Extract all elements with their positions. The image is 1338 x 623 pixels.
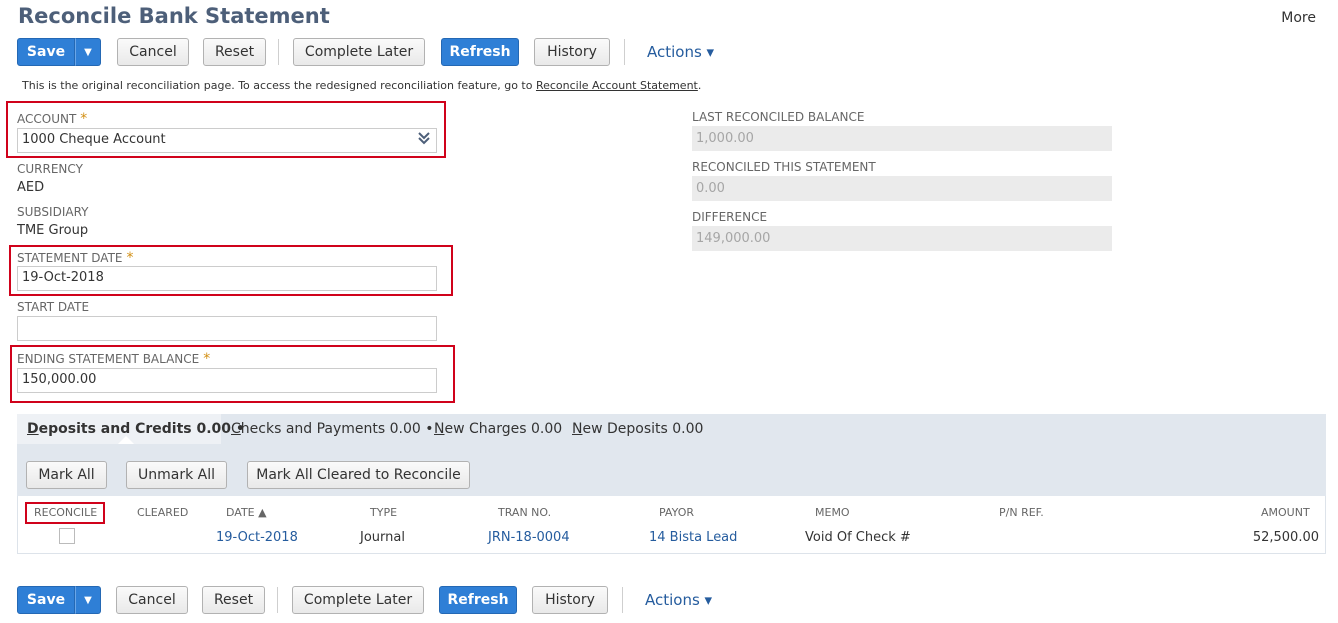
- mark-all-cleared-button[interactable]: Mark All Cleared to Reconcile: [247, 461, 470, 489]
- reset-button[interactable]: Reset: [203, 38, 266, 66]
- save-dropdown-icon[interactable]: ▼: [75, 38, 101, 66]
- notice-end: .: [697, 79, 702, 92]
- currency-value: AED: [17, 180, 45, 195]
- refresh-button[interactable]: Refresh: [441, 38, 519, 66]
- toolbar-separator: [278, 39, 279, 65]
- save-button[interactable]: Save: [17, 586, 75, 614]
- top-toolbar: Save ▼ Cancel Reset Complete Later Refre…: [17, 38, 714, 66]
- column-header-date[interactable]: DATE ▲: [226, 506, 267, 519]
- row-type: Journal: [360, 530, 405, 545]
- mark-all-button[interactable]: Mark All: [26, 461, 107, 489]
- column-header-type[interactable]: TYPE: [370, 506, 397, 519]
- save-split-button: Save ▼: [17, 586, 101, 614]
- bottom-toolbar: Save ▼ Cancel Reset Complete Later Refre…: [17, 586, 712, 614]
- reconcile-account-statement-link[interactable]: Reconcile Account Statement: [536, 79, 698, 92]
- account-value: 1000 Cheque Account: [22, 132, 166, 147]
- refresh-button[interactable]: Refresh: [439, 586, 517, 614]
- save-split-button: Save ▼: [17, 38, 101, 66]
- column-header-payor[interactable]: PAYOR: [659, 506, 694, 519]
- row-tran-no-link[interactable]: JRN-18-0004: [488, 530, 570, 545]
- unmark-all-button[interactable]: Unmark All: [126, 461, 227, 489]
- column-header-pn-ref[interactable]: P/N REF.: [999, 506, 1044, 519]
- complete-later-button[interactable]: Complete Later: [292, 586, 424, 614]
- row-memo: Void Of Check #: [805, 530, 911, 545]
- reconciled-this-label: RECONCILED THIS STATEMENT: [692, 160, 876, 174]
- last-reconciled-label: LAST RECONCILED BALANCE: [692, 110, 865, 124]
- tab-checks-payments[interactable]: Checks and Payments 0.00 •: [221, 414, 444, 444]
- column-header-cleared[interactable]: CLEARED: [137, 506, 188, 519]
- tab-new-charges[interactable]: New Charges 0.00: [424, 414, 572, 444]
- statement-date-input[interactable]: 19-Oct-2018: [17, 266, 437, 291]
- notice-message: This is the original reconciliation page…: [22, 79, 536, 92]
- statement-date-label: STATEMENT DATE *: [17, 250, 134, 266]
- notice-text: This is the original reconciliation page…: [22, 79, 701, 92]
- column-header-amount[interactable]: AMOUNT: [1261, 506, 1310, 519]
- actions-menu[interactable]: Actions ▾: [645, 591, 712, 609]
- reset-button[interactable]: Reset: [202, 586, 265, 614]
- start-date-input[interactable]: [17, 316, 437, 341]
- row-payor-link[interactable]: 14 Bista Lead: [649, 530, 737, 545]
- tab-new-deposits[interactable]: New Deposits 0.00: [562, 414, 713, 444]
- subsidiary-label: SUBSIDIARY: [17, 205, 89, 219]
- difference-value: 149,000.00: [692, 226, 1112, 251]
- save-dropdown-icon[interactable]: ▼: [75, 586, 101, 614]
- account-label: ACCOUNT *: [17, 111, 88, 127]
- last-reconciled-value: 1,000.00: [692, 126, 1112, 151]
- complete-later-button[interactable]: Complete Later: [293, 38, 425, 66]
- reconciled-this-value: 0.00: [692, 176, 1112, 201]
- page-title: Reconcile Bank Statement: [18, 4, 330, 28]
- more-link[interactable]: More: [1281, 10, 1316, 26]
- subsidiary-value: TME Group: [17, 223, 89, 238]
- account-select[interactable]: 1000 Cheque Account: [17, 128, 437, 153]
- start-date-label: START DATE: [17, 300, 90, 314]
- ending-balance-input[interactable]: 150,000.00: [17, 368, 437, 393]
- column-header-reconcile[interactable]: RECONCILE: [34, 506, 97, 519]
- history-button[interactable]: History: [532, 586, 608, 614]
- column-header-tran-no[interactable]: TRAN NO.: [498, 506, 551, 519]
- cancel-button[interactable]: Cancel: [117, 38, 189, 66]
- cancel-button[interactable]: Cancel: [116, 586, 188, 614]
- currency-label: CURRENCY: [17, 162, 83, 176]
- actions-menu[interactable]: Actions ▾: [647, 43, 714, 61]
- column-header-memo[interactable]: MEMO: [815, 506, 850, 519]
- toolbar-separator: [624, 39, 625, 65]
- ending-balance-label: ENDING STATEMENT BALANCE *: [17, 351, 211, 367]
- row-amount: 52,500.00: [1252, 530, 1319, 545]
- active-tab-pointer: [118, 436, 134, 444]
- reconcile-checkbox[interactable]: [59, 528, 75, 544]
- toolbar-separator: [622, 587, 623, 613]
- row-date: 19-Oct-2018: [216, 530, 298, 545]
- difference-label: DIFFERENCE: [692, 210, 768, 224]
- history-button[interactable]: History: [534, 38, 610, 66]
- double-chevron-down-icon[interactable]: [418, 131, 430, 148]
- save-button[interactable]: Save: [17, 38, 75, 66]
- toolbar-separator: [277, 587, 278, 613]
